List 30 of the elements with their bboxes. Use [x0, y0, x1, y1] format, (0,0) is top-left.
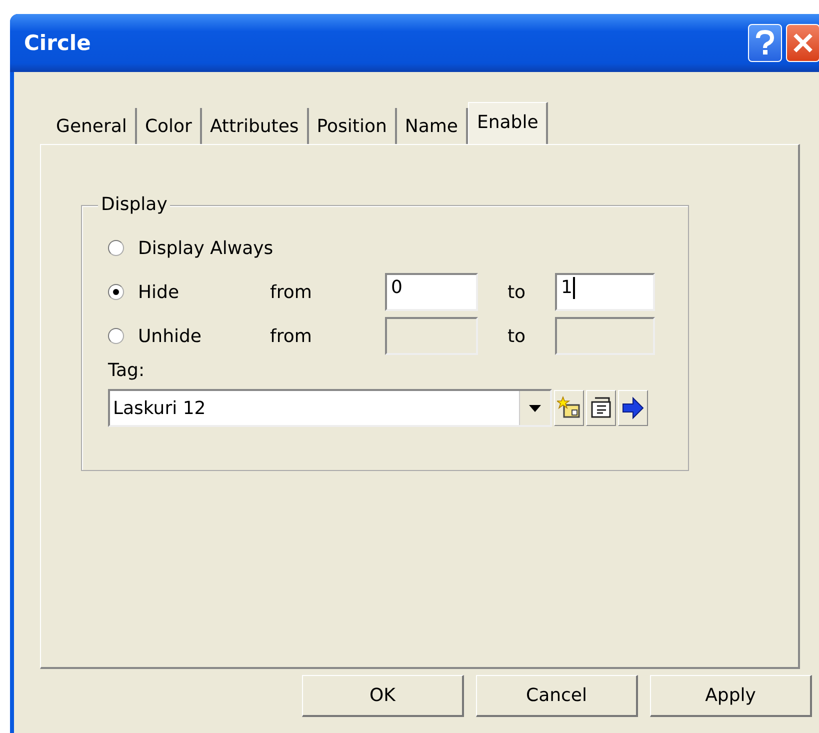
right-arrow-icon	[621, 396, 645, 420]
to-label: to	[506, 282, 527, 302]
option-label[interactable]: Hide	[138, 282, 180, 302]
dialog-button[interactable]: Cancel	[476, 675, 638, 717]
from-field[interactable]: 0	[385, 273, 478, 311]
arrow-button[interactable]	[618, 390, 648, 426]
close-icon	[792, 32, 814, 54]
tag-label: Tag:	[108, 360, 146, 381]
option-label[interactable]: Display Always	[138, 238, 274, 258]
radio-button[interactable]	[108, 284, 124, 300]
to-field[interactable]	[555, 317, 655, 355]
tag-dropdown[interactable]: Laskuri 12	[108, 389, 552, 427]
tab[interactable]: Enable	[468, 102, 548, 144]
help-button[interactable]	[748, 24, 782, 62]
properties-button[interactable]	[586, 390, 616, 426]
dropdown-arrow-icon	[529, 404, 541, 412]
star-folder-icon	[557, 396, 581, 420]
group-title: Display	[98, 194, 170, 215]
to-label: to	[506, 326, 527, 346]
from-label: from	[270, 326, 313, 346]
dialog-button[interactable]: OK	[302, 675, 464, 717]
close-button[interactable]	[786, 24, 819, 62]
from-label: from	[270, 282, 313, 302]
new-tag-button[interactable]	[554, 390, 584, 426]
to-field[interactable]: 1	[555, 273, 655, 311]
radio-button[interactable]	[108, 240, 124, 256]
window-title: Circle	[24, 31, 91, 55]
dialog-button[interactable]: Apply	[650, 675, 812, 717]
document-icon	[589, 396, 613, 420]
help-icon	[754, 30, 776, 56]
